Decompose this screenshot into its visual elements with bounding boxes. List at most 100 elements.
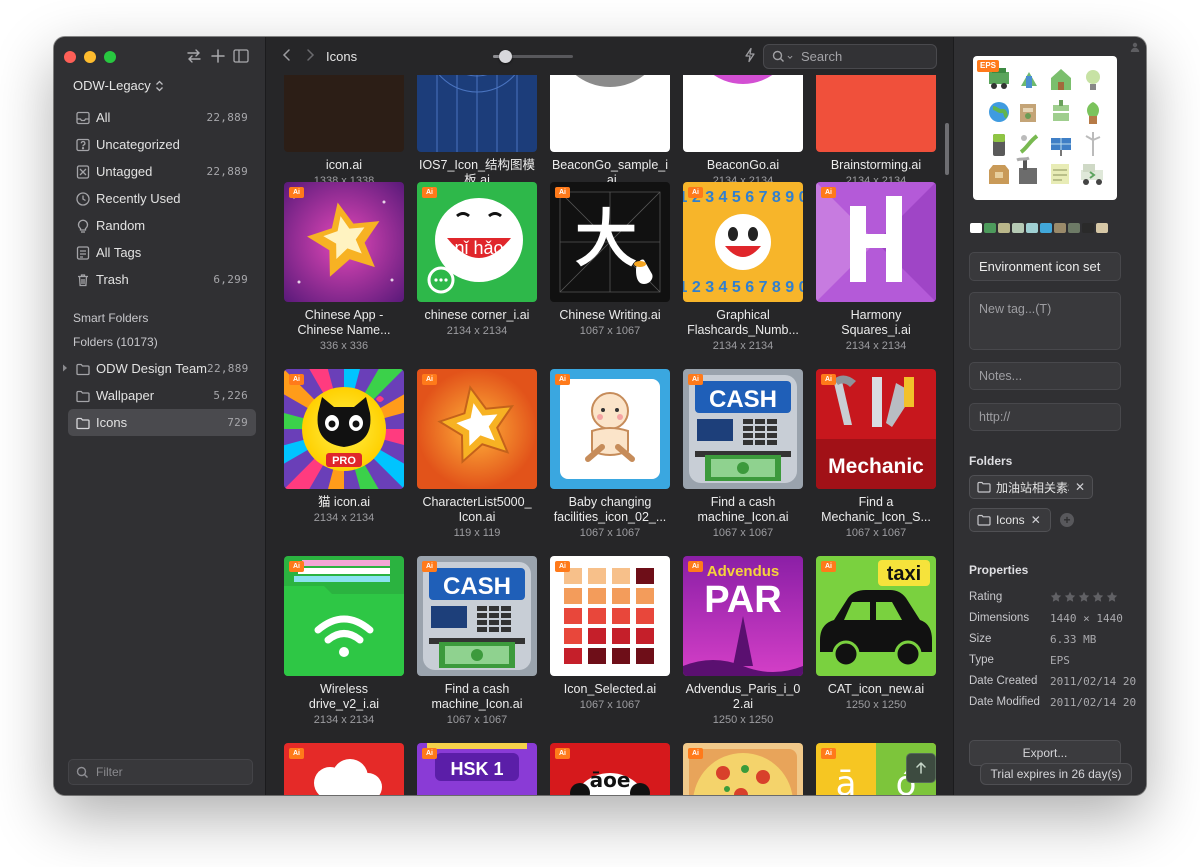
nav-item-all[interactable]: All 22,889 [68,104,256,131]
clock-icon [75,191,91,207]
folder-item-odw-design-team[interactable]: ODW Design Team 22,889 [68,355,256,382]
ai-file-badge: Ai [688,187,703,198]
asset-thumbnail[interactable]: Ai [550,369,670,489]
grid-scrollbar[interactable] [945,123,949,175]
asset-thumbnail[interactable] [284,75,404,152]
back-icon[interactable] [278,46,296,64]
color-swatch[interactable] [1012,223,1024,233]
asset-title-field[interactable]: Environment icon set [969,252,1121,281]
search-input[interactable] [799,48,923,65]
folder-chip[interactable]: 加油站相关素材 ✕ [969,475,1093,499]
asset-thumbnail[interactable]: taxi Ai [816,556,936,676]
main-content: Icons icon.ai1338 x 1338I [266,37,952,795]
nav-item-recently-used[interactable]: Recently Used [68,185,256,212]
chevron-updown-icon [155,80,163,91]
folder-chip[interactable]: Icons ✕ [969,508,1051,532]
rating-stars[interactable] [1050,591,1118,603]
close-window-button[interactable] [64,51,76,63]
asset-thumbnail[interactable]: Ai [683,743,803,795]
zoom-window-button[interactable] [104,51,116,63]
sidebar-toggle-icon[interactable] [231,46,251,66]
asset-dimensions: 119 x 119 [453,527,501,539]
asset-preview[interactable]: EPS [973,56,1117,200]
asset-thumbnail[interactable] [683,75,803,152]
remove-folder-icon[interactable]: ✕ [1031,513,1041,527]
asset-thumbnail[interactable]: Ai [816,182,936,302]
folder-item-wallpaper[interactable]: Wallpaper 5,226 [68,382,256,409]
asset-name-line: Wireless [320,682,368,696]
minimize-window-button[interactable] [84,51,96,63]
add-icon[interactable] [208,46,228,66]
color-swatch[interactable] [1040,223,1052,233]
asset-thumbnail[interactable]: 1 2 3 4 5 6 7 8 9 01 2 3 4 5 6 7 8 9 0 Ai [683,182,803,302]
color-swatch[interactable] [998,223,1010,233]
color-swatch[interactable] [1082,223,1094,233]
smart-folders-header[interactable]: Smart Folders [73,311,148,325]
asset-thumbnail[interactable]: PRO Ai [284,369,404,489]
asset-thumbnail[interactable] [550,75,670,152]
asset-thumbnail[interactable]: CASH Ai [417,556,537,676]
nav-item-random[interactable]: Random [68,212,256,239]
star-icon[interactable] [1106,591,1118,603]
color-swatch[interactable] [1026,223,1038,233]
new-tag-field[interactable]: New tag...(T) [969,292,1121,350]
library-switcher[interactable]: ODW-Legacy [73,78,164,93]
prop-key: Size [969,633,992,645]
folder-label: Icons [96,415,128,430]
color-swatch[interactable] [984,223,996,233]
swap-icon[interactable] [184,46,204,66]
asset-thumbnail[interactable]: CASH Ai [683,369,803,489]
asset-thumbnail[interactable]: Ai [284,556,404,676]
asset-thumbnail[interactable]: Ai [284,182,404,302]
color-swatch[interactable] [1096,223,1108,233]
asset-thumbnail[interactable]: āoe Ai [550,743,670,795]
folder-count: 5,226 [213,389,248,402]
nav-item-all-tags[interactable]: All Tags [68,239,256,266]
star-icon[interactable] [1078,591,1090,603]
trial-notice[interactable]: Trial expires in 26 day(s) [980,763,1132,785]
star-icon[interactable] [1050,591,1062,603]
forward-icon[interactable] [301,46,319,64]
asset-thumbnail[interactable]: HSK 1 Ai [417,743,537,795]
art-beacon-sample [550,75,670,152]
notes-field[interactable]: Notes... [969,362,1121,390]
scroll-to-top-button[interactable] [906,753,936,783]
star-icon[interactable] [1092,591,1104,603]
asset-thumbnail[interactable]: Ai [417,369,537,489]
asset-thumbnail[interactable]: Ai [550,556,670,676]
remove-folder-icon[interactable]: ✕ [1075,480,1085,494]
folder-item-icons[interactable]: Icons 729 [68,409,256,436]
property-row: Type EPS [969,654,1139,670]
nav-item-uncategorized[interactable]: Uncategorized [68,131,256,158]
folders-header[interactable]: Folders (10173) [73,335,158,349]
asset-name-line: Harmony [850,308,902,322]
nav-count: 6,299 [213,273,248,286]
prop-value: 2011/02/14 20:00 [1050,675,1138,688]
ai-file-badge: Ai [555,374,570,385]
url-field[interactable]: http:// [969,403,1121,431]
account-icon[interactable] [1130,42,1140,52]
asset-thumbnail[interactable]: nǐ hǎo Ai [417,182,537,302]
asset-name-line: facilities_icon_02_... [553,510,667,524]
folder-label: Wallpaper [96,388,155,403]
add-folder-icon[interactable]: + [1060,513,1074,527]
asset-thumbnail[interactable]: Mechanic Ai [816,369,936,489]
asset-thumbnail[interactable] [816,75,936,152]
nav-item-trash[interactable]: Trash 6,299 [68,266,256,293]
filter-input[interactable] [94,764,238,780]
chevron-down-icon[interactable] [786,53,794,61]
asset-thumbnail[interactable]: Ai [284,743,404,795]
color-swatch[interactable] [970,223,982,233]
zoom-slider-knob[interactable] [499,50,512,63]
asset-thumbnail[interactable] [417,75,537,152]
asset-thumbnail[interactable]: Advendus PAR Ai [683,556,803,676]
lightning-icon[interactable] [741,46,759,64]
cash-label: CASH [443,573,511,600]
star-icon[interactable] [1064,591,1076,603]
asset-name-line: Chinese Writing.ai [559,308,661,322]
nav-item-untagged[interactable]: Untagged 22,889 [68,158,256,185]
asset-name: 猫 icon.ai [272,495,416,510]
color-swatch[interactable] [1068,223,1080,233]
asset-thumbnail[interactable]: 大 Ai [550,182,670,302]
color-swatch[interactable] [1054,223,1066,233]
